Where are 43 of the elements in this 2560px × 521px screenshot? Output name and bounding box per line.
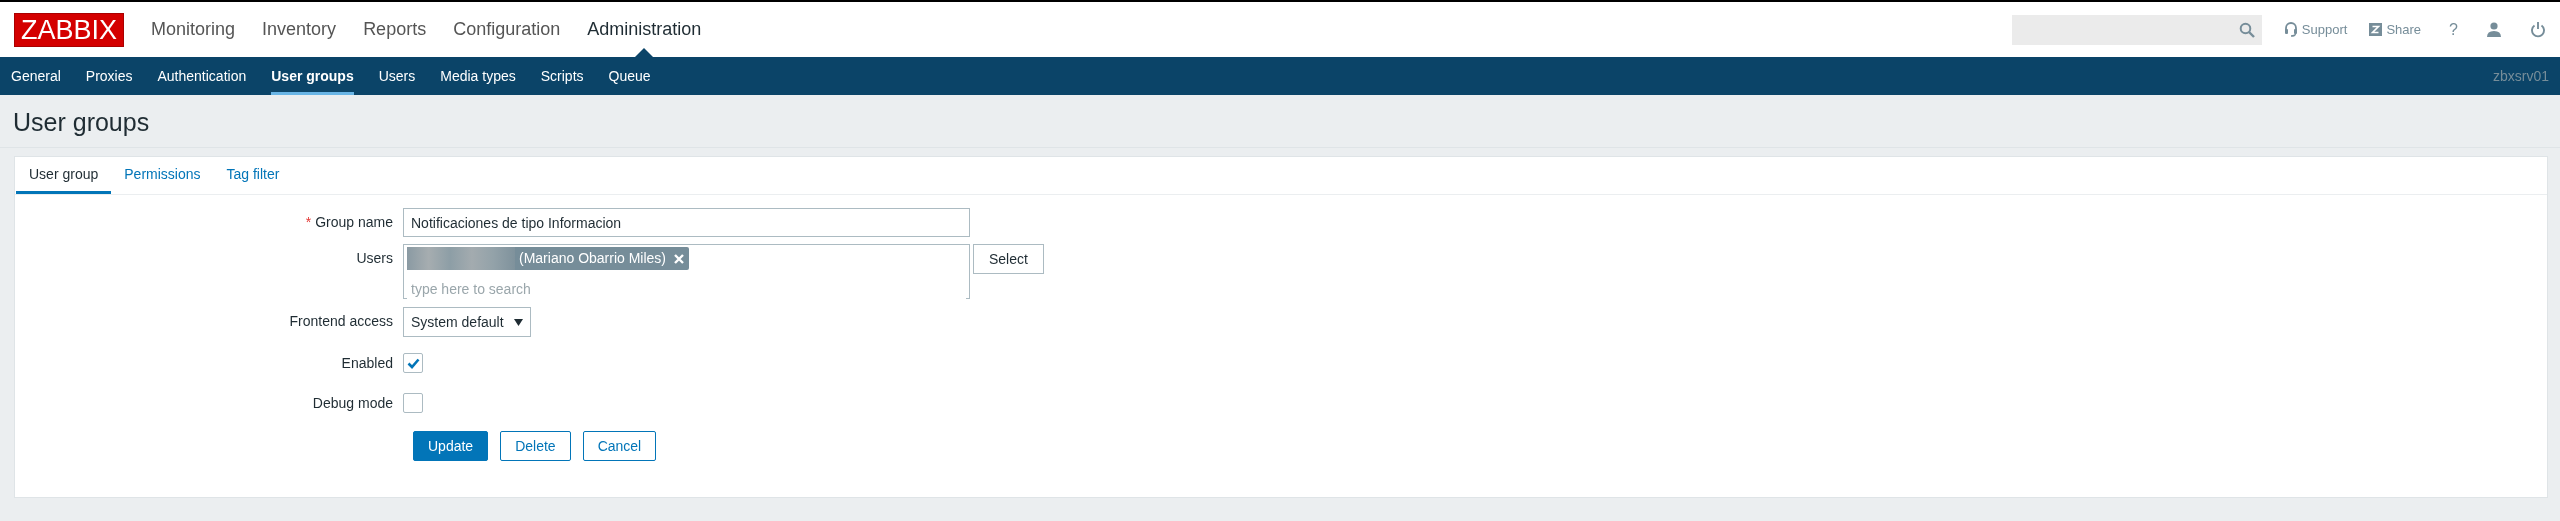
search-icon[interactable] bbox=[2238, 21, 2255, 38]
submenu-item[interactable]: General bbox=[11, 57, 61, 95]
remove-icon[interactable] bbox=[674, 253, 685, 264]
server-name: zbxsrv01 bbox=[2492, 66, 2549, 86]
help-link[interactable]: ? bbox=[2449, 17, 2458, 42]
menu-item[interactable]: Configuration bbox=[453, 2, 561, 57]
field-label: Enabled bbox=[341, 355, 393, 371]
form-button[interactable]: Delete bbox=[500, 431, 571, 461]
submenu-item[interactable]: Media types bbox=[440, 57, 516, 95]
user-icon[interactable] bbox=[2486, 22, 2502, 37]
form-button[interactable]: Cancel bbox=[582, 431, 657, 461]
menu-item[interactable]: Monitoring bbox=[151, 2, 236, 57]
field-label: * Group name bbox=[305, 214, 393, 230]
share-logo-icon bbox=[2369, 23, 2383, 36]
headset-icon bbox=[2283, 22, 2298, 37]
text-field[interactable]: Notificaciones de tipo Informacion bbox=[403, 208, 970, 237]
check-icon bbox=[406, 357, 420, 369]
field-label: Debug mode bbox=[312, 395, 393, 411]
support-link[interactable]: Support bbox=[2283, 19, 2348, 40]
submenu-item[interactable]: User groups bbox=[271, 57, 354, 95]
menu-item[interactable]: Inventory bbox=[262, 2, 337, 57]
checkbox[interactable] bbox=[403, 393, 423, 413]
tab[interactable]: Tag filter bbox=[213, 157, 293, 194]
dropdown[interactable]: System default bbox=[403, 307, 531, 337]
checkbox[interactable] bbox=[403, 353, 423, 373]
select-button[interactable]: Select bbox=[973, 244, 1044, 274]
form-button[interactable]: Update bbox=[413, 431, 489, 461]
submenu-item[interactable]: Users bbox=[378, 57, 416, 95]
page-title: User groups bbox=[0, 95, 2560, 148]
submenu-item[interactable]: Authentication bbox=[157, 57, 247, 95]
menu-item[interactable]: Reports bbox=[363, 2, 427, 57]
tab[interactable]: Permissions bbox=[111, 157, 214, 194]
caret-icon bbox=[513, 318, 523, 326]
share-link[interactable]: Share bbox=[2369, 19, 2422, 40]
submenu-item[interactable]: Queue bbox=[608, 57, 651, 95]
tab[interactable]: User group bbox=[16, 157, 112, 194]
search-field[interactable] bbox=[2011, 14, 2262, 45]
power-icon[interactable] bbox=[2530, 21, 2546, 38]
submenu-item[interactable]: Proxies bbox=[85, 57, 133, 95]
field-label: Frontend access bbox=[289, 313, 393, 329]
field-label: Users bbox=[356, 250, 393, 266]
submenu-item[interactable]: Scripts bbox=[540, 57, 584, 95]
logo[interactable]: ZABBIX bbox=[14, 12, 125, 47]
